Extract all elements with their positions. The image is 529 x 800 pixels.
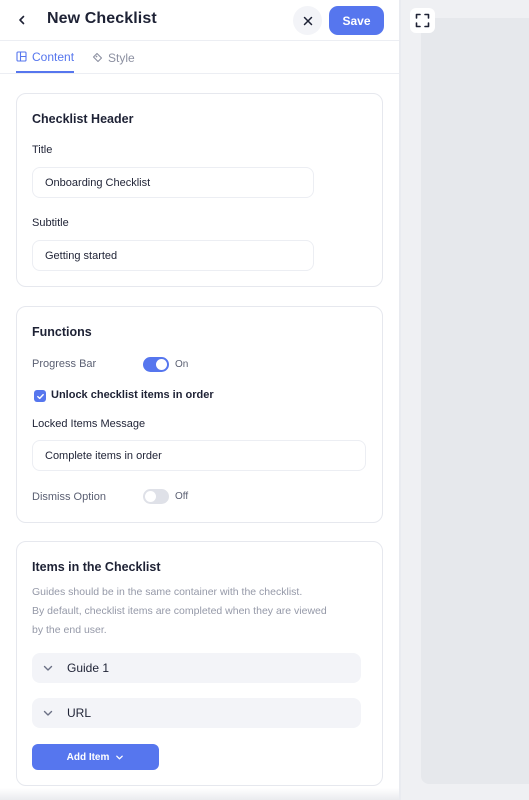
chevron-down-icon (41, 706, 55, 720)
paint-bucket-icon (92, 52, 103, 63)
checklist-item-url[interactable]: URL (32, 698, 361, 728)
checklist-item-label: Guide 1 (67, 661, 110, 675)
chevron-left-icon (19, 15, 25, 25)
items-description: Guides should be in the same container w… (32, 583, 362, 640)
progress-bar-toggle[interactable] (143, 357, 169, 372)
checkmark-icon (36, 393, 44, 399)
close-icon (303, 16, 312, 25)
preview-area (401, 0, 529, 800)
add-item-label: Add Item (66, 751, 110, 763)
preview-canvas (421, 18, 529, 784)
page-title: New Checklist (47, 10, 157, 27)
title-label: Title (32, 144, 53, 156)
section-title: Items in the Checklist (32, 560, 161, 574)
close-button[interactable] (293, 6, 322, 35)
fullscreen-icon (415, 13, 430, 28)
description-line: By default, checklist items are complete… (32, 605, 327, 617)
layout-icon (16, 51, 27, 62)
tab-content-label: Content (32, 49, 75, 64)
checklist-item-label: URL (67, 706, 92, 720)
subtitle-input[interactable] (32, 240, 314, 271)
dismiss-option-label: Dismiss Option (32, 491, 106, 503)
section-title: Checklist Header (32, 112, 134, 126)
title-input[interactable] (32, 167, 314, 198)
dismiss-option-toggle[interactable] (143, 489, 169, 504)
unlock-in-order-checkbox[interactable] (34, 390, 46, 402)
save-button[interactable]: Save (329, 6, 384, 35)
toggle-knob (156, 359, 167, 370)
unlock-in-order-label: Unlock checklist items in order (51, 389, 214, 401)
add-item-button[interactable]: Add Item (32, 744, 159, 770)
progress-bar-state: On (175, 359, 189, 370)
fullscreen-button[interactable] (410, 8, 435, 33)
tab-style-label: Style (108, 50, 135, 65)
tab-bar: Content Style (0, 42, 399, 74)
locked-message-label: Locked Items Message (32, 418, 146, 430)
functions-card: Functions Progress Bar On Unlock checkli… (16, 306, 383, 523)
dismiss-option-state: Off (175, 491, 189, 502)
checklist-header-card: Checklist Header Title Subtitle (16, 93, 383, 287)
editor-panel: New Checklist Save Content Style Checkli… (0, 0, 399, 800)
header: New Checklist Save (0, 0, 399, 41)
tab-content[interactable]: Content (16, 42, 75, 73)
back-button[interactable] (12, 10, 32, 30)
toggle-knob (145, 491, 156, 502)
description-line: Guides should be in the same container w… (32, 586, 303, 598)
checklist-item-guide-1[interactable]: Guide 1 (32, 653, 361, 683)
chevron-down-icon (41, 661, 55, 675)
subtitle-label: Subtitle (32, 217, 69, 229)
scroll-fade (0, 788, 399, 800)
locked-message-input[interactable] (32, 440, 366, 471)
tab-style[interactable]: Style (92, 42, 135, 73)
chevron-down-icon (116, 755, 124, 759)
progress-bar-label: Progress Bar (32, 358, 97, 370)
description-line: by the end user. (32, 624, 107, 636)
section-title: Functions (32, 325, 92, 339)
checklist-items-card: Items in the Checklist Guides should be … (16, 541, 383, 786)
